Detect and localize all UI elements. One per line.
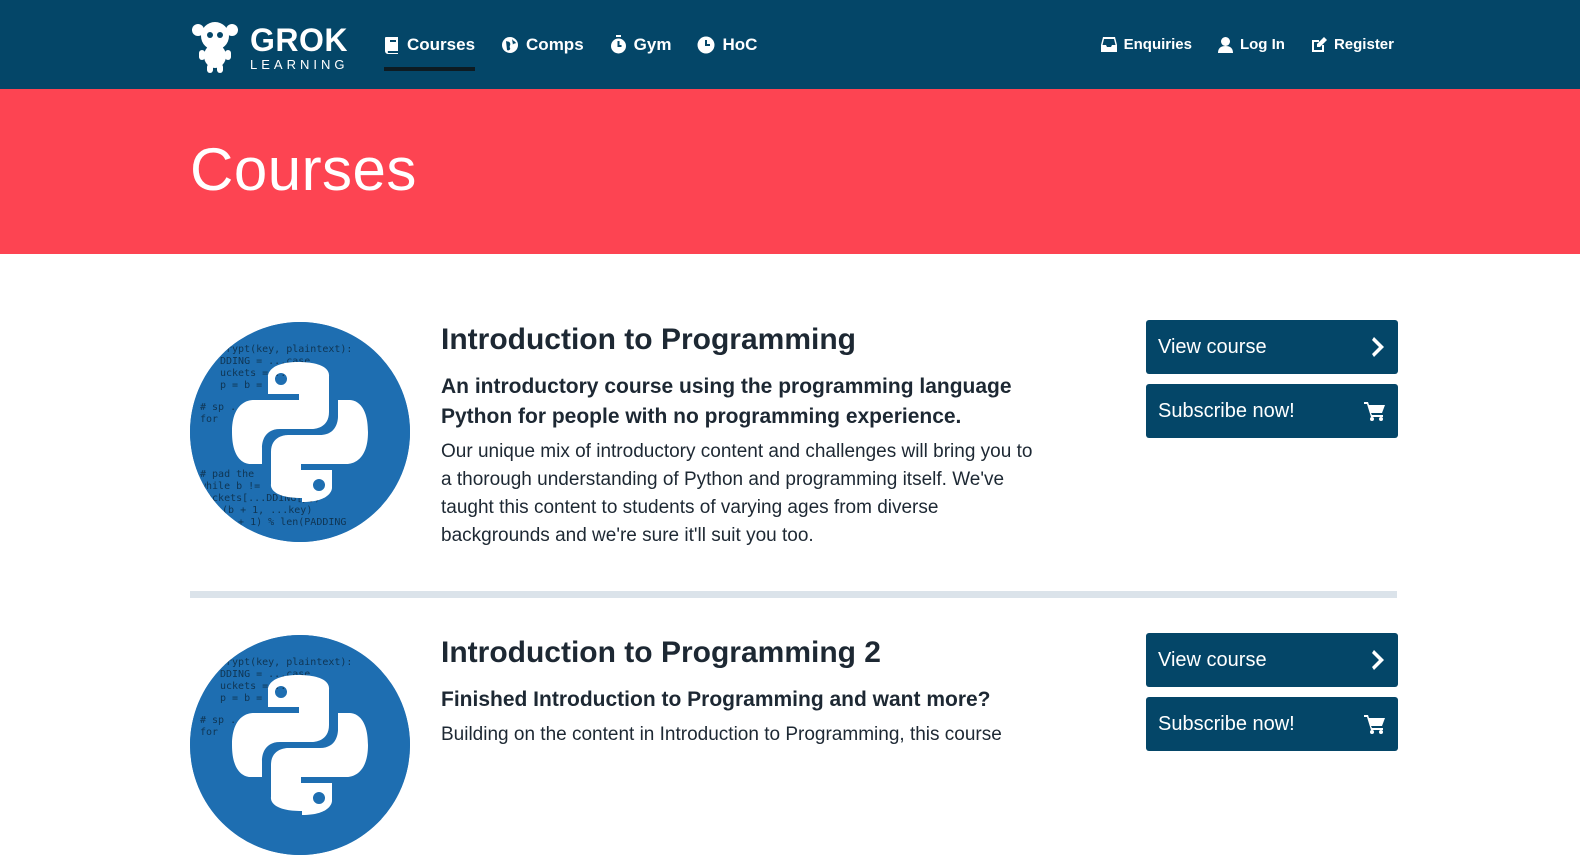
nav-courses-label: Courses: [407, 34, 476, 54]
python-course-image: crypt(key, plaintext): DDING = ...case u…: [190, 635, 410, 855]
cart-icon: [1364, 402, 1385, 421]
subscribe-button[interactable]: Subscribe now!: [1146, 384, 1398, 438]
nav-hoc-label: HoC: [722, 34, 758, 54]
view-course-button[interactable]: View course: [1146, 633, 1398, 687]
course-subtitle: Finished Introduction to Programming and…: [441, 688, 991, 711]
course-subtitle: An introductory course using the program…: [441, 375, 1012, 428]
code-line: p = b = 0: [220, 693, 274, 704]
course-card: crypt(key, plaintext): DDING = ...case u…: [190, 633, 1398, 855]
code-line: (p + 1) % len(PADDING: [220, 517, 346, 528]
code-line: for: [200, 414, 218, 425]
code-line: = (b + 1, ...key): [210, 505, 312, 516]
course-title[interactable]: Introduction to Programming: [441, 322, 1041, 358]
cart-icon: [1364, 715, 1385, 734]
course-divider: [190, 591, 1397, 598]
logo-brand: GROK: [250, 21, 348, 58]
view-course-label: View course: [1158, 648, 1267, 671]
subscribe-label: Subscribe now!: [1158, 399, 1295, 422]
nav-gym-label: Gym: [633, 34, 672, 54]
top-navbar: GROK LEARNING Courses Comps Gym HoC Enqu…: [0, 0, 1580, 89]
logo-tagline: LEARNING: [250, 56, 349, 72]
course-description: Building on the content in Introduction …: [441, 724, 1002, 745]
code-line: crypt(key, plaintext):: [220, 344, 352, 355]
course-title[interactable]: Introduction to Programming 2: [441, 635, 1041, 671]
page-hero-banner: Courses: [0, 89, 1580, 254]
nav-hoc[interactable]: HoC: [697, 0, 757, 89]
clock-icon: [697, 36, 715, 53]
book-icon: [385, 36, 398, 54]
course-card: crypt(key, plaintext): DDING = ...case u…: [190, 320, 1398, 552]
subscribe-button[interactable]: Subscribe now!: [1146, 697, 1398, 751]
nav-login[interactable]: Log In: [1217, 0, 1285, 89]
nav-register-label: Register: [1333, 36, 1394, 53]
code-line: while b !=: [200, 481, 260, 492]
nav-enquiries[interactable]: Enquiries: [1100, 0, 1192, 89]
nav-comps-label: Comps: [526, 34, 584, 54]
nav-enquiries-label: Enquiries: [1123, 36, 1192, 53]
nav-register[interactable]: Register: [1311, 0, 1394, 89]
python-course-image: crypt(key, plaintext): DDING = ...case u…: [190, 322, 410, 542]
code-line: for: [200, 727, 218, 738]
chevron-right-icon: [1372, 650, 1384, 670]
nav-courses[interactable]: Courses: [384, 0, 476, 89]
user-icon: [1217, 36, 1233, 53]
grok-learning-logo[interactable]: GROK LEARNING: [190, 20, 358, 74]
code-line: p = b = 0: [220, 380, 274, 391]
inbox-icon: [1100, 37, 1117, 52]
view-course-button[interactable]: View course: [1146, 320, 1398, 374]
subscribe-label: Subscribe now!: [1158, 712, 1295, 735]
edit-icon: [1311, 36, 1327, 52]
code-line: crypt(key, plaintext):: [220, 657, 352, 668]
nav-login-label: Log In: [1239, 36, 1285, 53]
robot-mascot-icon: [192, 22, 238, 73]
code-line: # pad the: [200, 469, 254, 480]
stopwatch-icon: [610, 35, 626, 54]
account-nav: Enquiries Log In Register: [1100, 0, 1394, 89]
primary-nav: Courses Comps Gym HoC: [384, 0, 757, 89]
chevron-right-icon: [1372, 337, 1384, 357]
globe-icon: [502, 36, 519, 53]
nav-gym[interactable]: Gym: [610, 0, 672, 89]
nav-comps[interactable]: Comps: [501, 0, 584, 89]
page-title: Courses: [190, 136, 417, 203]
course-description: Our unique mix of introductory content a…: [441, 441, 1033, 546]
view-course-label: View course: [1158, 335, 1267, 358]
